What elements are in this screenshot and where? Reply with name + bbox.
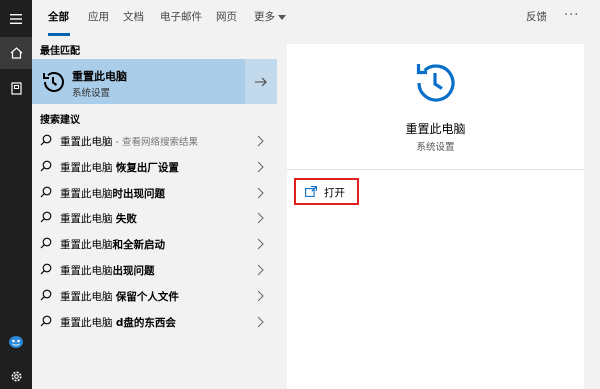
history-icon xyxy=(43,72,64,92)
suggestion-main: 重置此电脑 xyxy=(60,213,116,226)
notebook-button[interactable] xyxy=(0,72,32,104)
suggestions-list: 重置此电脑 - 查看网络搜索结果 重置此电脑 恢复出厂设置 重置此电脑时出现问题 xyxy=(32,128,277,334)
list-item[interactable]: 重置此电脑时出现问题 xyxy=(32,180,277,206)
search-icon xyxy=(40,237,52,249)
history-icon xyxy=(416,64,455,102)
results-column: 最佳匹配 重置此电脑 系统设置 搜索建议 重置此电脑 - 查看网络搜索结果 重置… xyxy=(32,36,277,389)
preview-title: 重置此电脑 xyxy=(405,122,466,136)
preview-panel: 重置此电脑 系统设置 打开 xyxy=(287,44,584,389)
chevron-right-icon xyxy=(257,187,264,198)
list-item[interactable]: 重置此电脑 失败 xyxy=(32,205,277,231)
search-icon xyxy=(40,134,52,146)
suggestion-completion: 时出现问题 xyxy=(112,187,166,200)
windows-search-app: 全部 应用 文档 电子邮件 网页 更多 反馈 ··· 最佳匹配 重置此电脑 系统… xyxy=(0,0,600,389)
chevron-right-icon xyxy=(257,238,264,250)
suggestion-main: 重置此电脑 xyxy=(60,136,113,148)
list-item[interactable]: 重置此电脑和全新启动 xyxy=(32,231,277,257)
scrollbar[interactable] xyxy=(593,36,600,389)
suggestion-text: 重置此电脑 d盘的东西会 xyxy=(60,315,176,330)
suggestion-text: 重置此电脑和全新启动 xyxy=(60,237,165,252)
suggestion-main: 重置此电脑 xyxy=(60,161,116,174)
suggestion-text: 重置此电脑出现问题 xyxy=(60,263,155,278)
search-icon xyxy=(40,263,52,275)
suggestion-text: 重置此电脑 保留个人文件 xyxy=(60,289,179,304)
settings-button[interactable] xyxy=(0,360,32,389)
home-button[interactable] xyxy=(0,37,32,69)
list-item[interactable]: 重置此电脑 恢复出厂设置 xyxy=(32,154,277,180)
chevron-right-icon xyxy=(257,161,264,173)
notebook-icon xyxy=(10,81,22,95)
cortana-icon xyxy=(9,336,23,348)
suggestion-completion: 恢复出厂设置 xyxy=(115,161,179,174)
chevron-right-icon xyxy=(257,213,264,224)
tab-more-label: 更多 xyxy=(254,11,275,23)
suggestion-text: 重置此电脑 失败 xyxy=(60,211,137,226)
search-icon xyxy=(40,315,52,327)
open-button[interactable]: 打开 xyxy=(294,178,359,205)
suggestion-completion: d盘的东西会 xyxy=(115,316,176,329)
chevron-right-icon xyxy=(257,290,264,302)
suggestion-main: 重置此电脑 xyxy=(60,264,113,277)
list-item[interactable]: 重置此电脑 d盘的东西会 xyxy=(32,309,277,335)
tab-all[interactable]: 全部 xyxy=(48,0,70,36)
list-item[interactable]: 重置此电脑 - 查看网络搜索结果 xyxy=(32,128,277,154)
left-taskbar xyxy=(0,0,32,389)
suggestion-main: 重置此电脑 xyxy=(60,316,116,329)
chevron-right-icon xyxy=(257,316,264,327)
open-external-icon xyxy=(305,186,317,197)
cortana-button[interactable] xyxy=(0,326,32,358)
best-match-title: 重置此电脑 xyxy=(72,70,127,83)
chevron-right-icon xyxy=(257,264,264,276)
suggestion-main: 重置此电脑 xyxy=(60,290,116,303)
search-icon xyxy=(40,186,52,198)
suggestion-main: 重置此电脑 xyxy=(60,239,113,252)
tab-apps[interactable]: 应用 xyxy=(88,0,109,36)
best-match-main[interactable]: 重置此电脑 系统设置 xyxy=(32,59,245,104)
suggestion-hint: - 查看网络搜索结果 xyxy=(112,137,198,148)
menu-button[interactable] xyxy=(0,3,32,35)
tab-email[interactable]: 电子邮件 xyxy=(160,0,202,36)
best-match-result[interactable]: 重置此电脑 系统设置 xyxy=(32,59,277,104)
suggestion-completion: 和全新启动 xyxy=(112,239,166,252)
chevron-right-icon xyxy=(257,135,264,147)
best-match-subtitle: 系统设置 xyxy=(72,88,111,99)
feedback-button[interactable]: 反馈 xyxy=(526,0,547,34)
divider xyxy=(287,169,584,170)
search-icon xyxy=(40,289,52,301)
tab-web[interactable]: 网页 xyxy=(216,0,237,36)
preview-subtitle: 系统设置 xyxy=(416,142,455,153)
suggestion-text: 重置此电脑 恢复出厂设置 xyxy=(60,160,179,175)
open-label: 打开 xyxy=(324,187,345,199)
home-icon xyxy=(10,47,22,59)
list-item[interactable]: 重置此电脑 保留个人文件 xyxy=(32,283,277,309)
best-match-expand-button[interactable] xyxy=(245,59,277,104)
tab-documents[interactable]: 文档 xyxy=(123,0,144,36)
search-icon xyxy=(40,160,52,172)
search-icon xyxy=(40,212,52,223)
best-match-heading: 最佳匹配 xyxy=(40,46,80,57)
suggestion-text: 重置此电脑 - 查看网络搜索结果 xyxy=(60,134,198,149)
chevron-down-icon xyxy=(278,14,286,20)
suggestion-text: 重置此电脑时出现问题 xyxy=(60,186,165,201)
arrow-right-icon xyxy=(255,77,267,86)
list-item[interactable]: 重置此电脑出现问题 xyxy=(32,257,277,283)
search-scope-tabs: 全部 应用 文档 电子邮件 网页 更多 反馈 ··· xyxy=(32,0,600,36)
hamburger-icon xyxy=(10,14,22,24)
more-options-button[interactable]: ··· xyxy=(564,0,579,32)
suggestions-heading: 搜索建议 xyxy=(40,115,80,126)
suggestion-main: 重置此电脑 xyxy=(60,187,113,200)
gear-icon xyxy=(11,371,21,381)
suggestion-completion: 失败 xyxy=(115,213,137,226)
tab-more[interactable]: 更多 xyxy=(254,0,286,36)
suggestion-completion: 保留个人文件 xyxy=(115,290,179,303)
suggestion-completion: 出现问题 xyxy=(112,264,155,277)
